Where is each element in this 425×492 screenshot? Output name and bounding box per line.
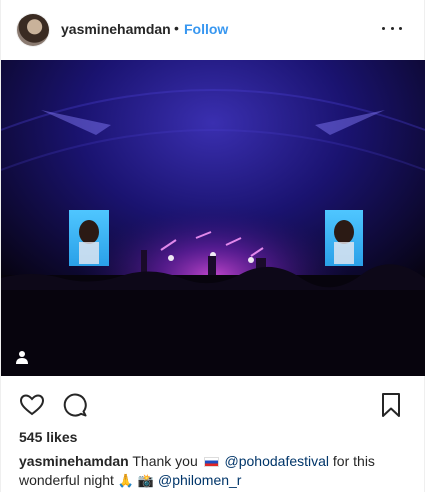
bookmark-icon[interactable] — [378, 392, 404, 418]
instagram-post: yasminehamdan • Follow 545 likes yasmine… — [0, 0, 425, 492]
slovakia-flag-icon — [203, 457, 219, 467]
separator-dot: • — [174, 20, 179, 36]
like-icon[interactable] — [19, 392, 45, 418]
praying-hands-icon: 🙏 — [117, 474, 135, 489]
post-photo[interactable] — [1, 60, 425, 376]
post-header: yasminehamdan • Follow — [1, 0, 424, 60]
mention-pohodafestival[interactable]: @pohodafestival — [225, 453, 330, 469]
caption: yasminehamdan Thank you @pohodafestival … — [19, 452, 409, 491]
avatar[interactable] — [17, 14, 49, 46]
action-bar — [1, 376, 424, 432]
concert-photo — [1, 60, 425, 376]
more-options-icon[interactable] — [382, 18, 402, 38]
user-tag-icon[interactable] — [15, 350, 29, 364]
follow-button[interactable]: Follow — [184, 21, 228, 37]
username-link[interactable]: yasminehamdan — [61, 21, 171, 37]
comment-icon[interactable] — [62, 392, 88, 418]
caption-username[interactable]: yasminehamdan — [19, 453, 129, 469]
camera-flash-icon: 📸 — [137, 474, 155, 489]
mention-philomen[interactable]: @philomen_r — [158, 472, 241, 488]
likes-count[interactable]: 545 likes — [19, 429, 77, 445]
caption-text: Thank you — [132, 453, 198, 469]
